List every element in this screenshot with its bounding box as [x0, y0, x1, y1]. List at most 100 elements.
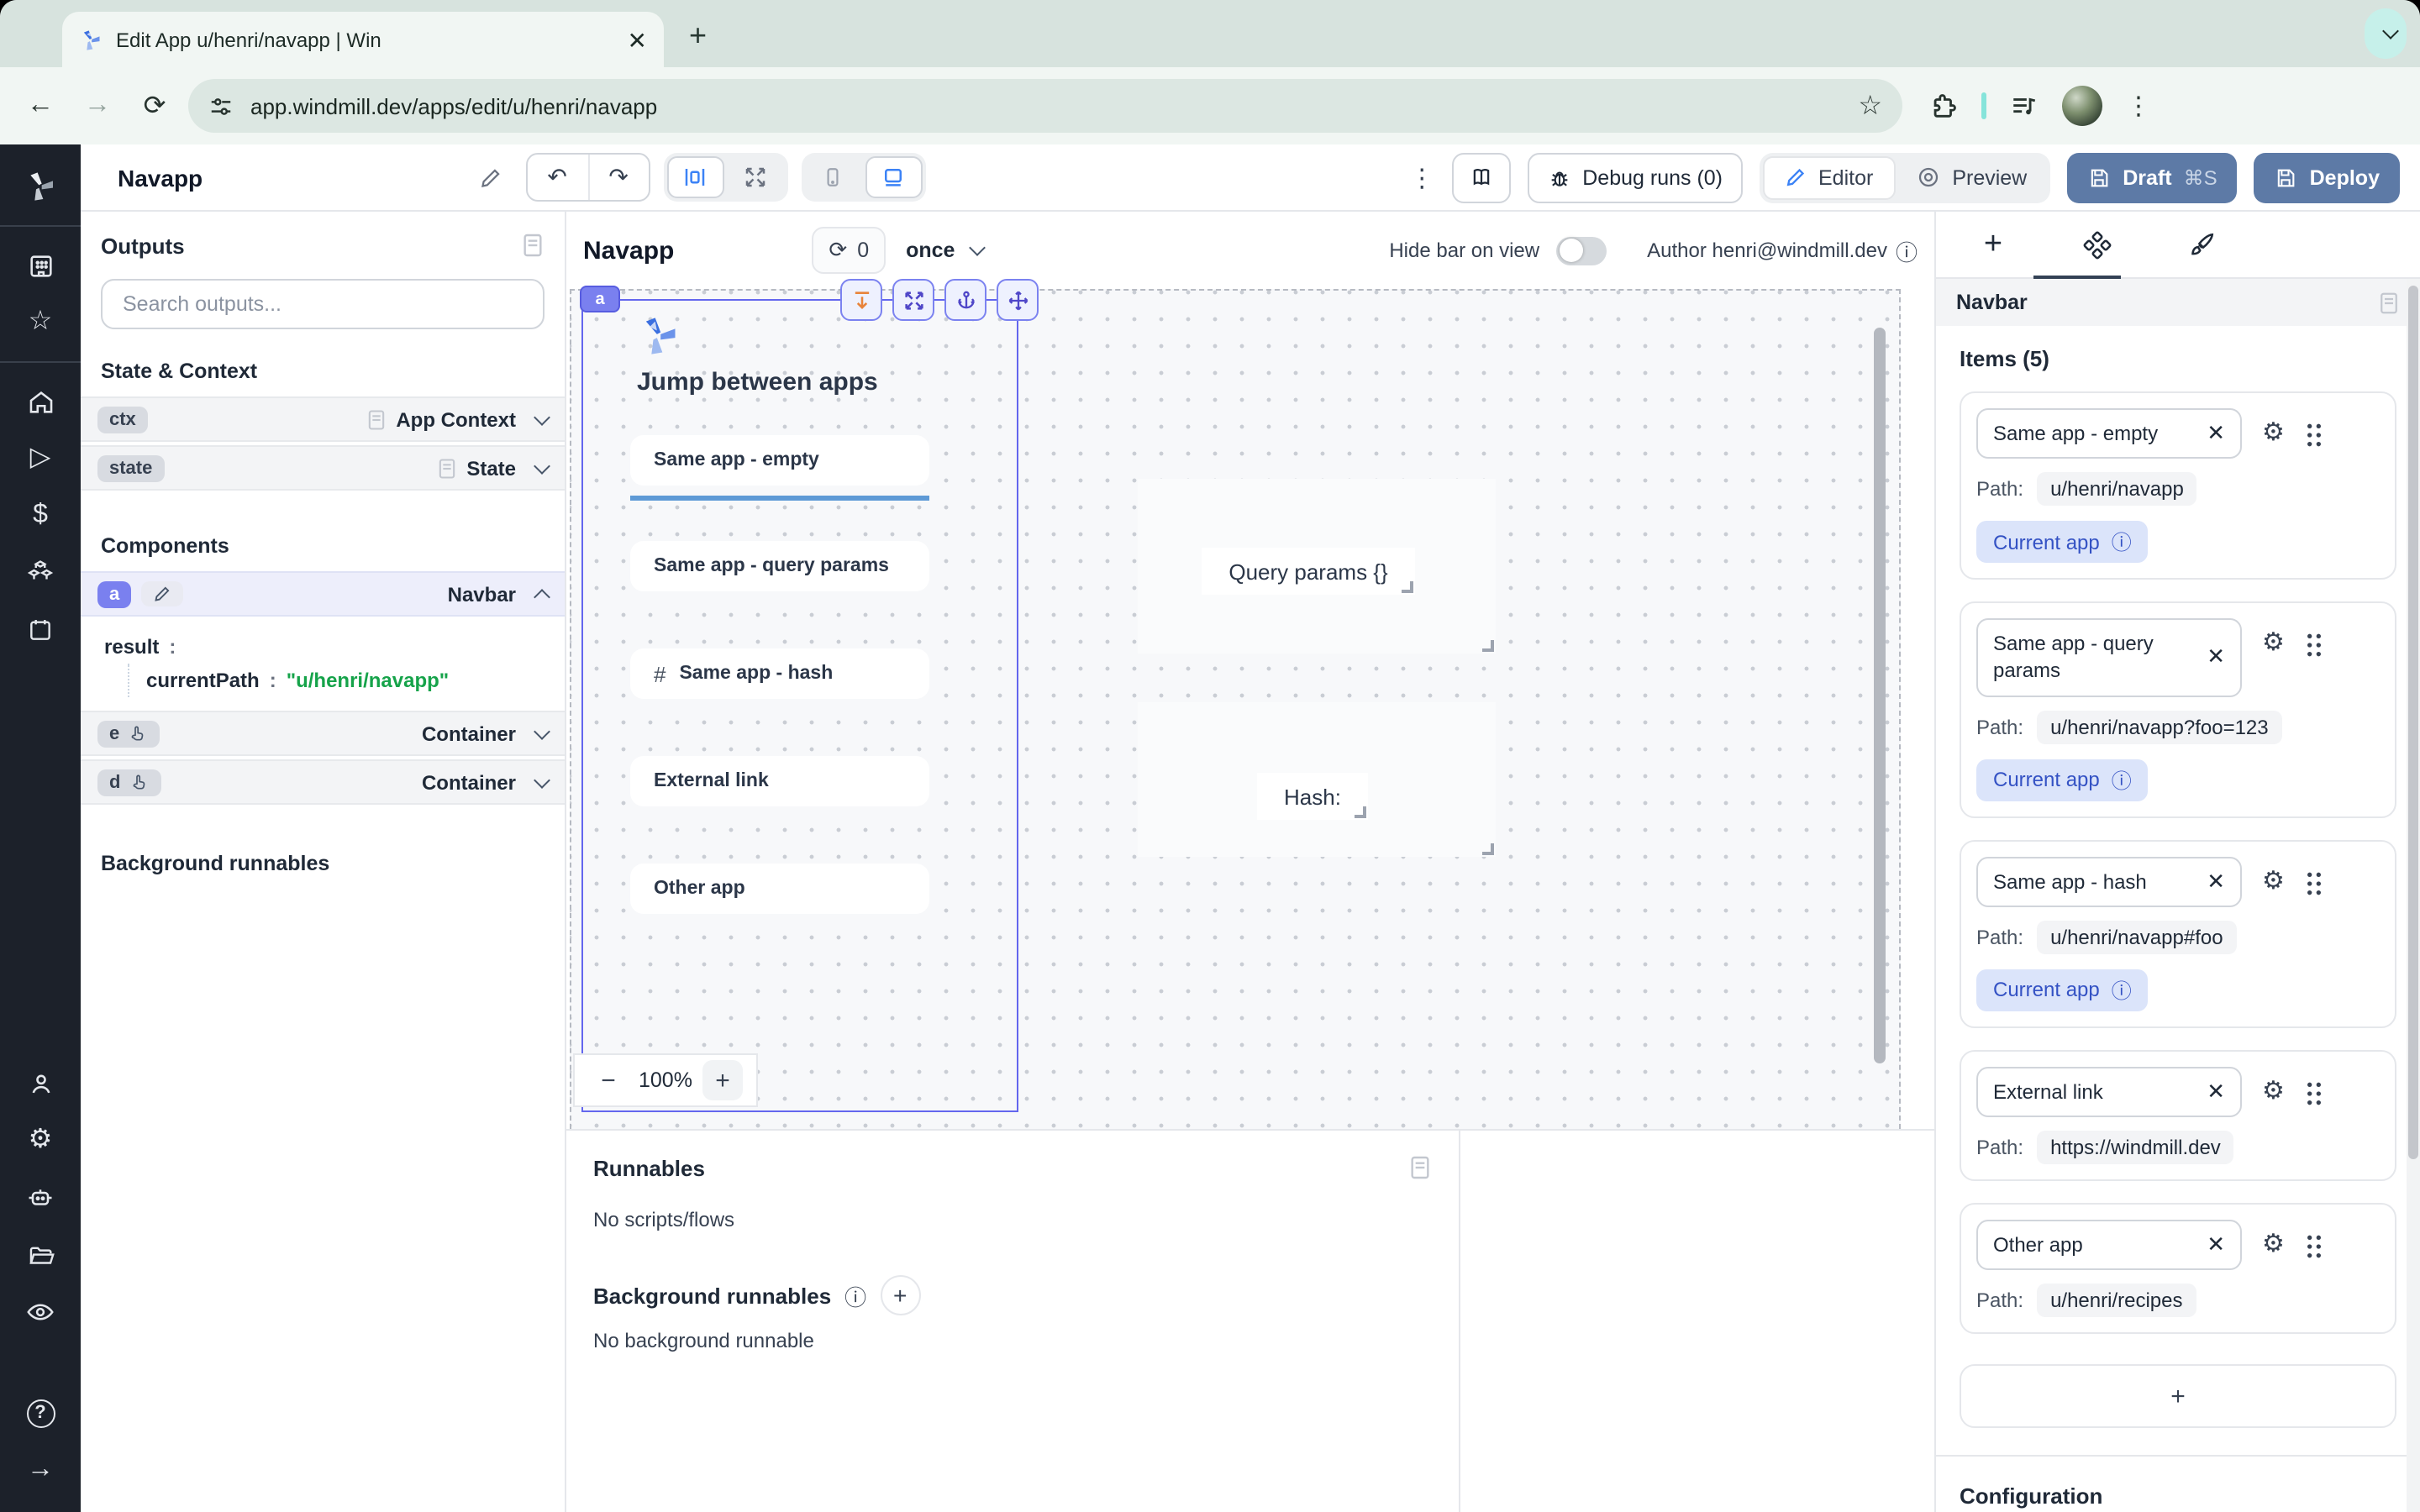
zoom-out-button[interactable]: − [588, 1060, 629, 1100]
tabstrip-chevron-button[interactable] [2365, 8, 2407, 59]
path-value[interactable]: u/henri/navapp?foo=123 [2037, 710, 2282, 743]
reload-button[interactable]: ⟳ [131, 82, 178, 129]
insert-component-tab[interactable]: + [1973, 224, 2013, 265]
move-handle[interactable] [997, 279, 1039, 321]
draft-button[interactable]: Draft ⌘S [2067, 152, 2237, 202]
docs-book-button[interactable] [1451, 152, 1510, 202]
audit-eye-icon[interactable] [0, 1284, 81, 1341]
result-key[interactable]: result [104, 635, 159, 659]
clear-label-icon[interactable]: ✕ [2207, 868, 2225, 895]
component-id-chip[interactable]: a [97, 580, 131, 607]
fullwidth-layout-button[interactable] [727, 156, 784, 198]
drag-handle-icon[interactable] [2305, 632, 2325, 659]
desktop-view-button[interactable] [865, 156, 922, 198]
favorites-star-icon[interactable]: ☆ [0, 294, 81, 351]
zoom-in-button[interactable]: + [702, 1060, 743, 1100]
anchor-handle[interactable] [944, 279, 986, 321]
variables-icon[interactable]: $ [0, 487, 81, 544]
nav-item-other-app[interactable]: Other app [630, 864, 929, 914]
clear-label-icon[interactable]: ✕ [2207, 644, 2225, 671]
component-id-chip[interactable]: d [97, 769, 160, 795]
workers-robot-icon[interactable] [0, 1169, 81, 1226]
settings-gear-icon[interactable]: ⚙ [0, 1112, 81, 1169]
resize-corner[interactable] [1355, 806, 1366, 818]
chevron-down-icon[interactable] [534, 771, 550, 788]
windmill-logo[interactable] [0, 158, 81, 215]
nav-item-external-link[interactable]: External link [630, 756, 929, 806]
state-row[interactable]: state State [81, 445, 565, 491]
bookmark-star-icon[interactable]: ☆ [1858, 89, 1882, 123]
edit-title-pencil-icon[interactable] [468, 155, 512, 199]
nav-item-hash[interactable]: # Same app - hash [630, 648, 929, 699]
canvas-scrollbar[interactable] [1874, 328, 1886, 1063]
schedules-icon[interactable] [0, 601, 81, 659]
drag-handle-icon[interactable] [2305, 869, 2325, 896]
hash-text[interactable]: Hash: [1257, 773, 1368, 820]
item-settings-gear-icon[interactable]: ⚙ [2262, 1231, 2285, 1257]
chevron-down-icon[interactable] [534, 408, 550, 425]
path-value[interactable]: u/henri/recipes [2037, 1284, 2196, 1317]
refresh-count-button[interactable]: ⟳ 0 [812, 227, 886, 274]
edit-id-chip[interactable] [141, 581, 183, 606]
info-icon[interactable]: ⓘ [2112, 976, 2132, 1005]
item-settings-gear-icon[interactable]: ⚙ [2262, 868, 2285, 893]
item-settings-gear-icon[interactable]: ⚙ [2262, 1079, 2285, 1104]
component-row-e[interactable]: e Container [81, 711, 565, 756]
home-icon[interactable] [0, 373, 81, 430]
site-settings-icon[interactable] [208, 93, 234, 118]
info-icon[interactable]: ⓘ [2112, 765, 2132, 794]
workspace-icon[interactable] [0, 237, 81, 294]
expand-handle[interactable] [892, 279, 934, 321]
currentpath-key[interactable]: currentPath [146, 669, 260, 692]
tab-close-icon[interactable]: ✕ [628, 28, 647, 51]
component-settings-tab[interactable] [2077, 224, 2118, 265]
run-mode-select[interactable]: once [906, 239, 983, 262]
component-id-chip[interactable]: e [97, 720, 160, 747]
collapse-rail-icon[interactable]: → [0, 1441, 81, 1499]
back-button[interactable]: ← [17, 82, 64, 129]
item-label-input[interactable]: Other app ✕ [1976, 1220, 2242, 1270]
component-row-d[interactable]: d Container [81, 759, 565, 805]
ctx-chip[interactable]: ctx [97, 406, 148, 433]
panel-doc-icon[interactable] [2378, 290, 2400, 315]
users-icon[interactable] [0, 1055, 81, 1112]
media-queue-icon[interactable] [2010, 92, 2039, 120]
query-params-text[interactable]: Query params {} [1202, 548, 1415, 595]
outputs-search[interactable] [101, 279, 544, 329]
info-icon[interactable]: ⓘ [2112, 528, 2132, 556]
expand-down-handle[interactable] [840, 279, 882, 321]
browser-menu-icon[interactable]: ⋮ [2126, 91, 2151, 121]
editor-tab[interactable]: Editor [1763, 155, 1895, 199]
resize-corner[interactable] [1482, 843, 1494, 855]
app-menu-kebab-icon[interactable]: ⋮ [1409, 162, 1434, 192]
mobile-view-button[interactable] [804, 156, 861, 198]
undo-button[interactable]: ↶ [527, 155, 587, 200]
address-bar[interactable]: app.windmill.dev/apps/edit/u/henri/navap… [188, 79, 1902, 133]
profile-avatar[interactable] [2062, 86, 2102, 126]
chevron-up-icon[interactable] [534, 588, 550, 605]
debug-runs-button[interactable]: Debug runs (0) [1527, 152, 1743, 202]
item-label-input[interactable]: External link ✕ [1976, 1067, 2242, 1117]
resources-icon[interactable] [0, 544, 81, 601]
path-value[interactable]: u/henri/navapp [2037, 472, 2197, 506]
redo-button[interactable]: ↷ [587, 155, 648, 200]
help-icon[interactable]: ? [0, 1384, 81, 1441]
deploy-button[interactable]: Deploy [2254, 152, 2400, 202]
browser-tab[interactable]: Edit App u/henri/navapp | Win ✕ [62, 12, 664, 67]
item-label-input[interactable]: Same app - query params ✕ [1976, 618, 2242, 696]
clear-label-icon[interactable]: ✕ [2207, 1231, 2225, 1258]
preview-tab[interactable]: Preview [1895, 155, 2047, 199]
clear-label-icon[interactable]: ✕ [2207, 420, 2225, 447]
info-icon[interactable]: ⓘ [1896, 234, 1918, 266]
drag-handle-icon[interactable] [2305, 1080, 2325, 1107]
container-d[interactable]: Hash: [1138, 702, 1496, 857]
panel-scrollbar-thumb[interactable] [2408, 286, 2418, 1159]
path-value[interactable]: u/henri/navapp#foo [2037, 921, 2237, 954]
item-settings-gear-icon[interactable]: ⚙ [2262, 420, 2285, 445]
styling-tab[interactable] [2181, 224, 2222, 265]
panel-doc-icon[interactable] [521, 232, 544, 259]
currentpath-value[interactable]: "u/henri/navapp" [287, 669, 449, 692]
component-tag[interactable]: a [580, 286, 620, 312]
add-background-runnable-button[interactable]: + [880, 1275, 920, 1315]
add-item-button[interactable]: + [1960, 1364, 2396, 1428]
